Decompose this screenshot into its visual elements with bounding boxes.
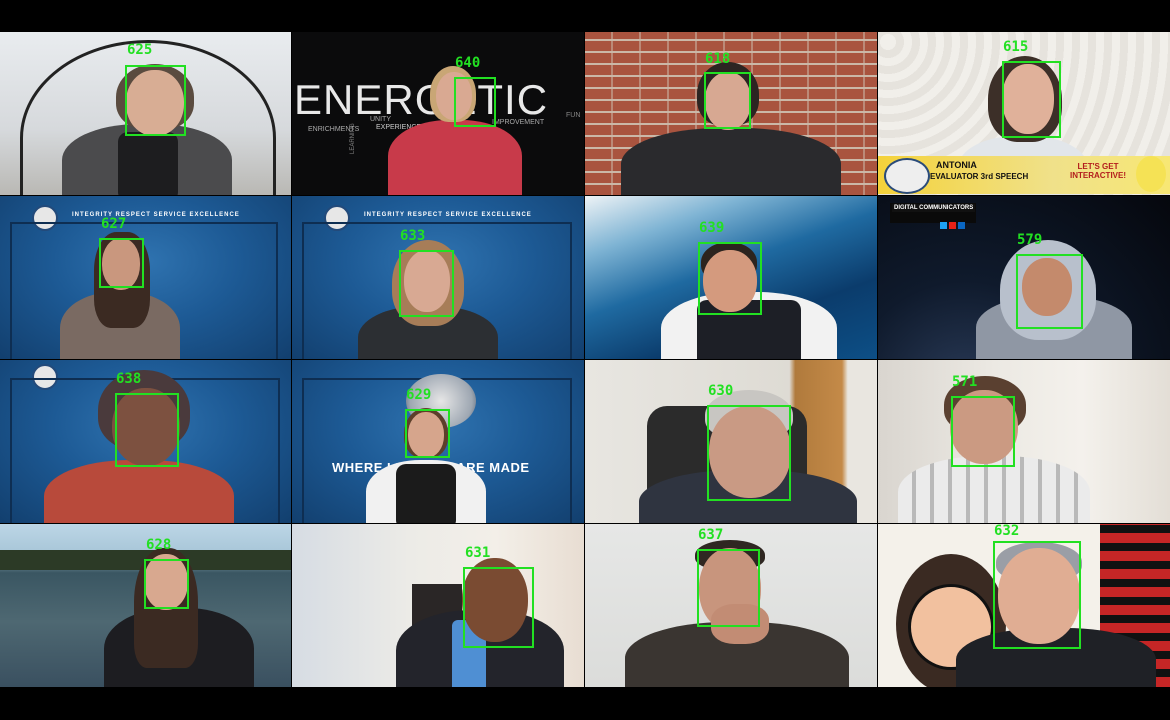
participant-tile-630[interactable]: 630 — [585, 360, 877, 523]
face-id-label: 579 — [1017, 232, 1043, 248]
face-id-label: 640 — [455, 55, 481, 71]
participant-tile-618[interactable]: 618 — [585, 32, 877, 195]
face-detection-box — [405, 409, 450, 458]
face-id-label: 633 — [400, 228, 426, 244]
participant-tile-625[interactable]: 625 — [0, 32, 291, 195]
face-detection-box — [399, 250, 454, 317]
face-detection-box — [951, 396, 1015, 467]
face-detection-box — [99, 238, 144, 288]
face-id-label: 638 — [116, 371, 142, 387]
face-detection-box — [707, 405, 791, 501]
face-detection-box — [463, 567, 534, 648]
video-call-grid: 625 ENERGETIC ENRICHMENTS UNITY EXPERIEN… — [0, 32, 1170, 688]
face-detection-box — [697, 549, 760, 627]
face-detection-box — [698, 242, 762, 315]
caption-name: ANTONIA — [936, 160, 977, 170]
participant-tile-637[interactable]: 637 — [585, 524, 877, 687]
face-id-label: 630 — [708, 383, 734, 399]
participant-tile-579[interactable]: DIGITAL COMMUNICATORS 579 — [878, 196, 1170, 359]
face-detection-box — [115, 393, 179, 467]
participant-tile-638[interactable]: 638 — [0, 360, 291, 523]
face-id-label: 625 — [127, 42, 153, 58]
face-id-label: 627 — [101, 216, 127, 232]
participant-tile-627[interactable]: INTEGRITY RESPECT SERVICE EXCELLENCE 627 — [0, 196, 291, 359]
participant-tile-571[interactable]: 571 — [878, 360, 1170, 523]
face-id-label: 629 — [406, 387, 432, 403]
participant-silhouette — [878, 360, 1170, 523]
caption-role: EVALUATOR 3rd SPEECH — [930, 172, 1029, 181]
participant-tile-628[interactable]: 628 — [0, 524, 291, 687]
participant-silhouette — [292, 524, 584, 687]
face-id-label: 571 — [952, 374, 978, 390]
face-id-label: 639 — [699, 220, 725, 236]
participant-silhouette — [0, 196, 291, 359]
face-id-label: 628 — [146, 537, 172, 553]
face-detection-box — [1016, 254, 1083, 329]
participant-tile-629[interactable]: WHERE LEADERS ARE MADE 629 — [292, 360, 584, 523]
face-detection-box — [704, 72, 751, 129]
participant-tile-632[interactable]: 632 — [878, 524, 1170, 687]
face-id-label: 618 — [705, 51, 731, 67]
face-id-label: 632 — [994, 524, 1020, 539]
face-detection-box — [144, 559, 189, 609]
participant-silhouette — [292, 32, 584, 195]
participant-tile-633[interactable]: INTEGRITY RESPECT SERVICE EXCELLENCE 633 — [292, 196, 584, 359]
face-id-label: 637 — [698, 527, 724, 543]
participant-tile-615[interactable]: ANTONIA EVALUATOR 3rd SPEECH LET'S GET I… — [878, 32, 1170, 195]
participant-tile-639[interactable]: 639 — [585, 196, 877, 359]
face-id-label: 615 — [1003, 39, 1029, 55]
face-detection-box — [993, 541, 1081, 649]
face-detection-box — [125, 65, 186, 136]
face-id-label: 631 — [465, 545, 491, 561]
participant-tile-640[interactable]: ENERGETIC ENRICHMENTS UNITY EXPERIENCE I… — [292, 32, 584, 195]
caption-tag: LET'S GET INTERACTIVE! — [1070, 162, 1126, 180]
face-detection-box — [454, 77, 496, 127]
face-detection-box — [1002, 61, 1061, 138]
participant-tile-631[interactable]: 631 — [292, 524, 584, 687]
